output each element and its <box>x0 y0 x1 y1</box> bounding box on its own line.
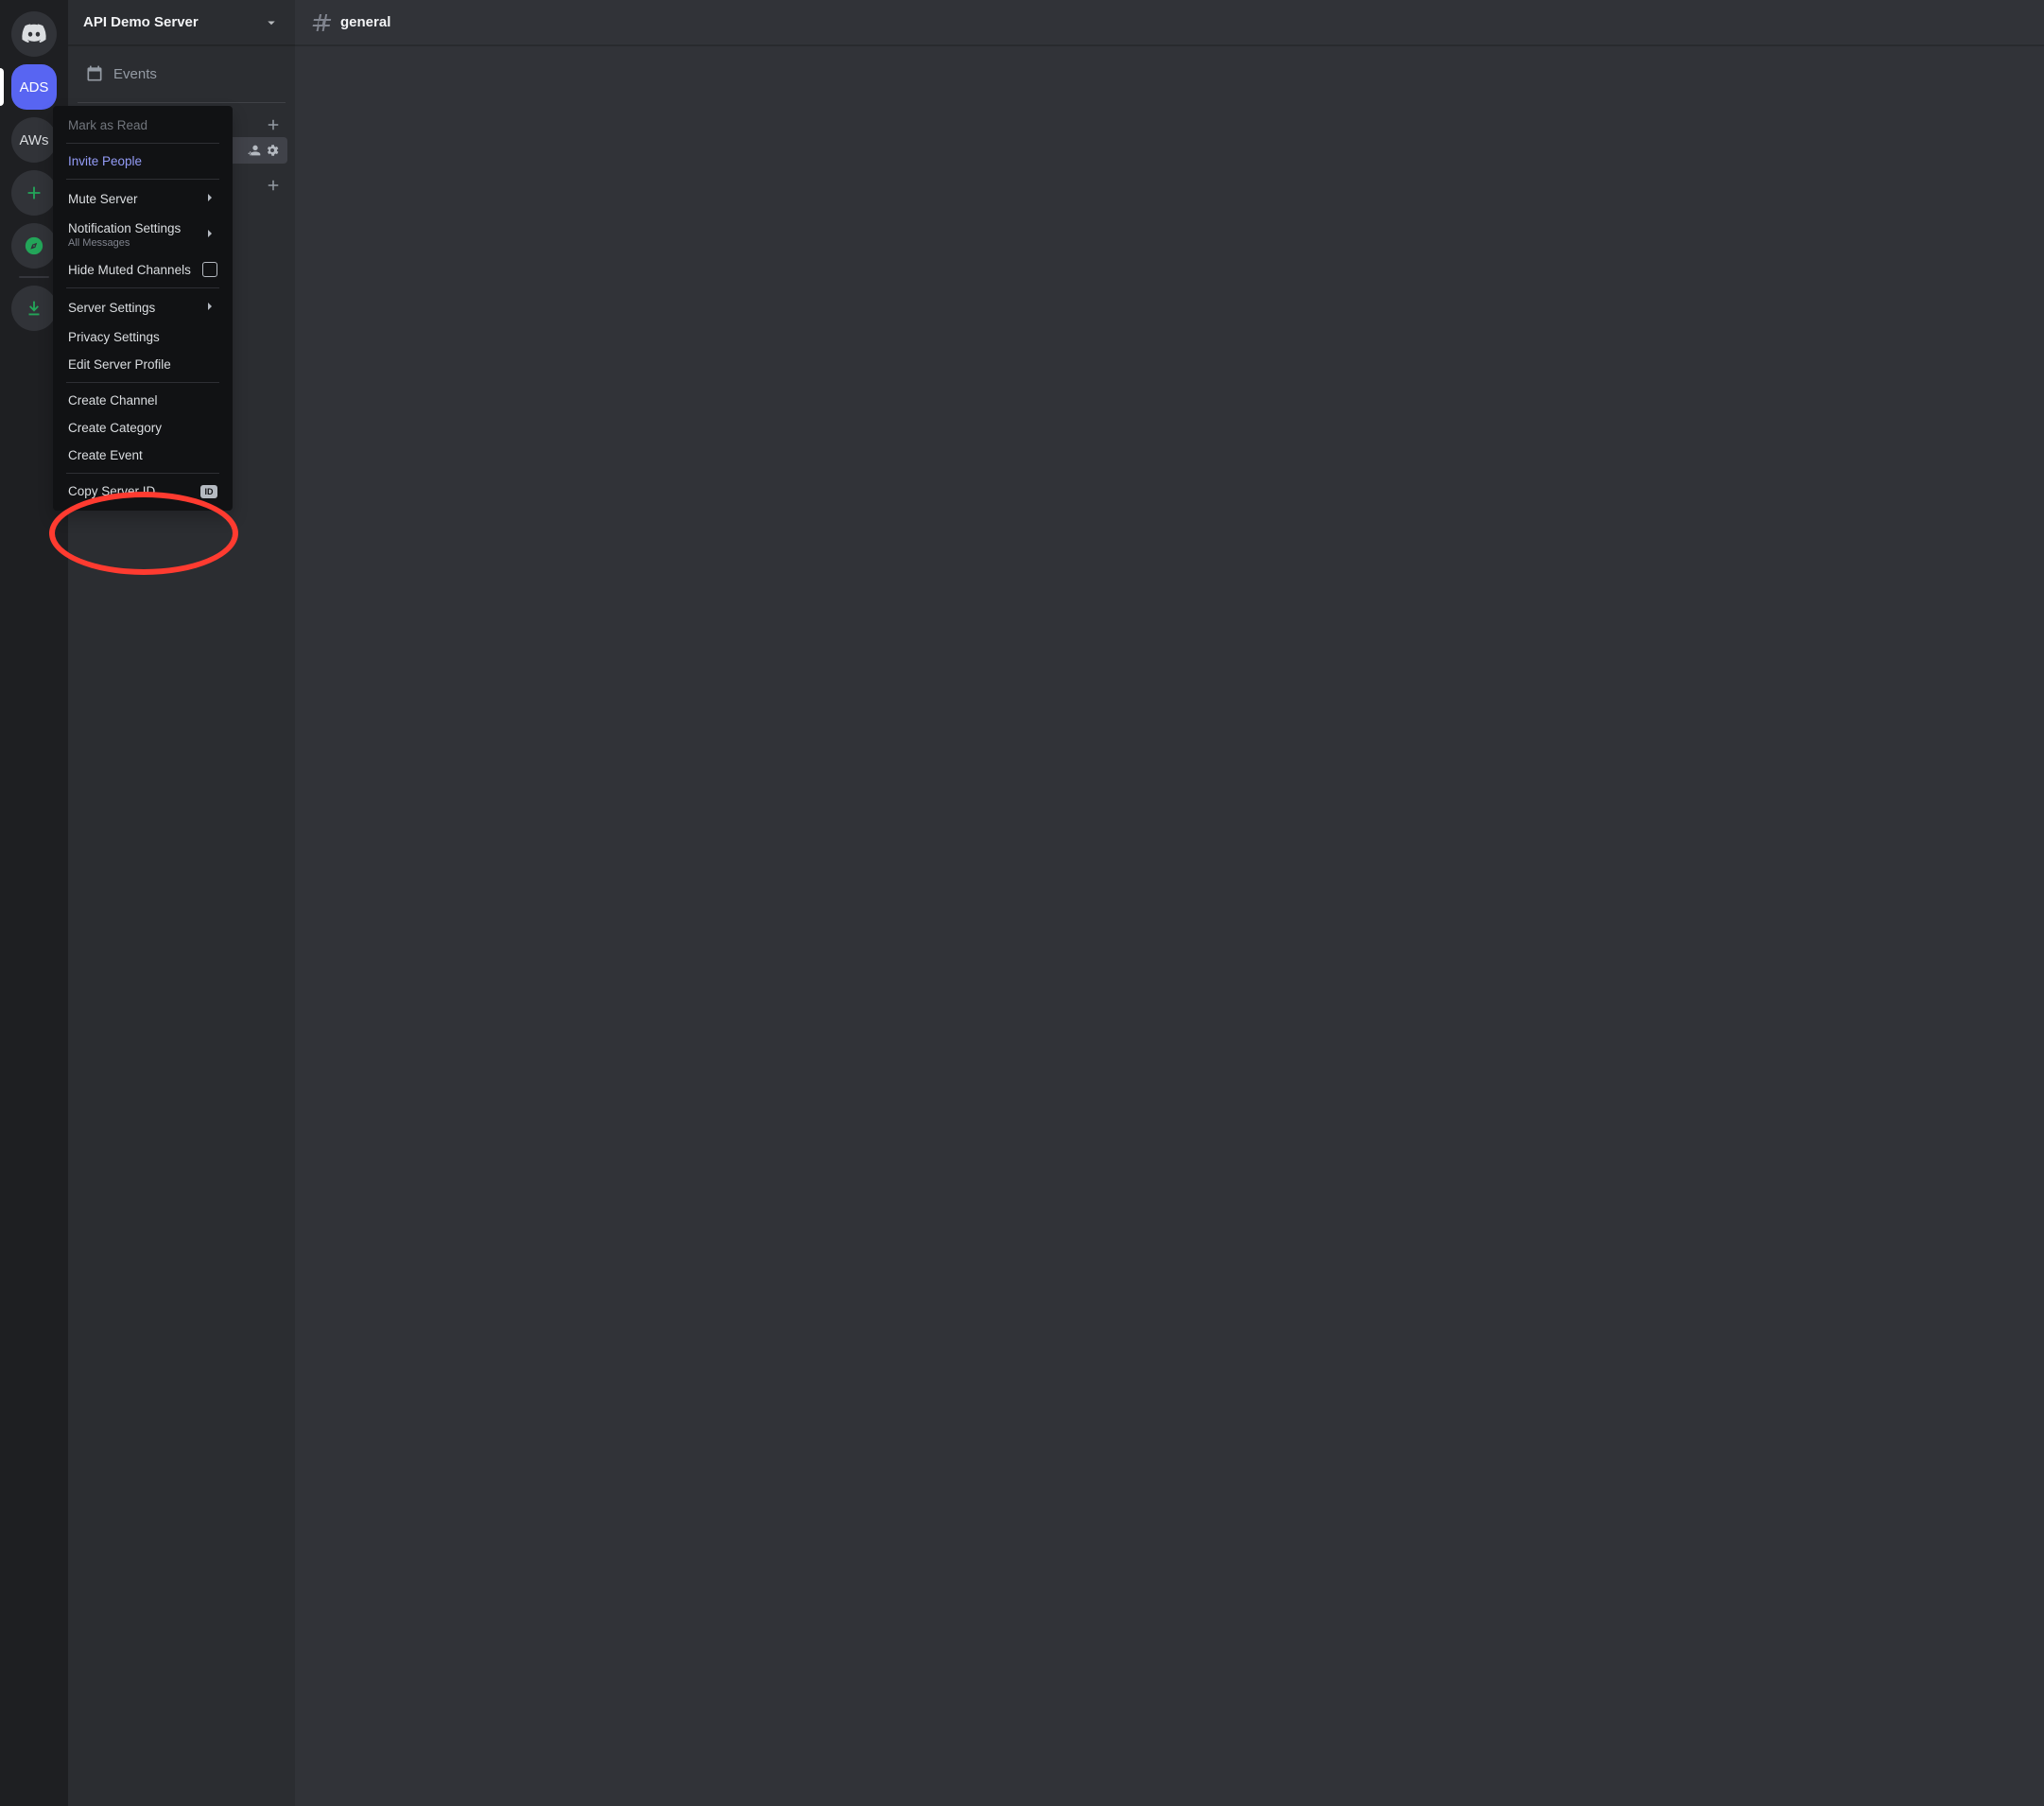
server-abbr: ADS <box>20 79 49 96</box>
selected-server-pill <box>0 68 4 106</box>
menu-label: Mute Server <box>68 192 138 206</box>
plus-icon[interactable] <box>265 177 282 194</box>
explore-servers-button[interactable] <box>11 223 57 269</box>
menu-separator <box>66 473 219 474</box>
events-button[interactable]: Events <box>76 53 287 95</box>
home-button[interactable] <box>11 11 57 57</box>
menu-label: Privacy Settings <box>68 330 160 344</box>
chevron-down-icon <box>263 14 280 31</box>
server-abbr: AWs <box>19 132 48 148</box>
sidebar-divider <box>78 102 286 103</box>
plus-icon <box>24 182 44 203</box>
chevron-right-icon <box>202 299 217 314</box>
menu-copy-server-id[interactable]: Copy Server ID ID <box>61 478 225 505</box>
menu-server-settings[interactable]: Server Settings <box>61 292 225 323</box>
menu-label-wrap: Notification Settings All Messages <box>68 221 181 249</box>
menu-mute-server[interactable]: Mute Server <box>61 183 225 215</box>
menu-invite-people[interactable]: Invite People <box>61 148 225 175</box>
menu-label: Invite People <box>68 154 142 168</box>
checkbox[interactable] <box>202 262 217 277</box>
events-label: Events <box>113 66 157 82</box>
menu-create-channel[interactable]: Create Channel <box>61 387 225 414</box>
server-header[interactable]: API Demo Server <box>68 0 295 45</box>
menu-separator <box>66 179 219 180</box>
menu-sublabel: All Messages <box>68 237 181 249</box>
calendar-icon <box>85 64 104 83</box>
submenu-indicator <box>202 190 217 208</box>
menu-separator <box>66 143 219 144</box>
create-invite-icon[interactable] <box>246 143 261 158</box>
menu-edit-server-profile[interactable]: Edit Server Profile <box>61 351 225 378</box>
menu-label: Edit Server Profile <box>68 357 171 372</box>
menu-label: Server Settings <box>68 301 155 315</box>
plus-icon[interactable] <box>265 116 282 133</box>
gear-icon[interactable] <box>265 143 280 158</box>
channel-actions <box>246 143 280 158</box>
submenu-indicator <box>202 226 217 244</box>
main-panel: general <box>295 0 2044 1806</box>
menu-create-event[interactable]: Create Event <box>61 442 225 469</box>
menu-label: Create Channel <box>68 393 158 408</box>
menu-create-category[interactable]: Create Category <box>61 414 225 442</box>
server-name: API Demo Server <box>83 14 199 30</box>
hash-icon <box>310 11 333 34</box>
download-apps-button[interactable] <box>11 286 57 331</box>
menu-separator <box>66 382 219 383</box>
id-badge-icon: ID <box>200 485 217 498</box>
menu-mark-as-read: Mark as Read <box>61 112 225 139</box>
menu-label: Mark as Read <box>68 118 147 132</box>
server-context-menu: Mark as Read Invite People Mute Server N… <box>53 106 233 511</box>
id-icon-wrap: ID <box>200 485 217 498</box>
channel-header: general <box>295 0 2044 45</box>
server-item-wrapper: ADS <box>0 64 68 110</box>
menu-hide-muted-channels[interactable]: Hide Muted Channels <box>61 255 225 284</box>
checkbox-box-icon <box>202 262 217 277</box>
submenu-indicator <box>202 299 217 317</box>
compass-icon <box>24 235 44 256</box>
menu-label: Copy Server ID <box>68 484 155 498</box>
chevron-right-icon <box>202 190 217 205</box>
chevron-right-icon <box>202 226 217 241</box>
menu-separator <box>66 287 219 288</box>
menu-label: Hide Muted Channels <box>68 263 191 277</box>
menu-label: Notification Settings <box>68 221 181 235</box>
rail-separator <box>19 276 49 278</box>
menu-notification-settings[interactable]: Notification Settings All Messages <box>61 215 225 255</box>
menu-label: Create Category <box>68 421 162 435</box>
app-root: ADS AWs API Demo Server Events <box>0 0 2044 1806</box>
server-ads[interactable]: ADS <box>11 64 57 110</box>
menu-label: Create Event <box>68 448 143 462</box>
server-aws[interactable]: AWs <box>11 117 57 163</box>
menu-privacy-settings[interactable]: Privacy Settings <box>61 323 225 351</box>
discord-logo-icon <box>21 21 47 47</box>
add-server-button[interactable] <box>11 170 57 216</box>
download-icon <box>24 298 44 319</box>
channel-name: general <box>340 14 390 30</box>
